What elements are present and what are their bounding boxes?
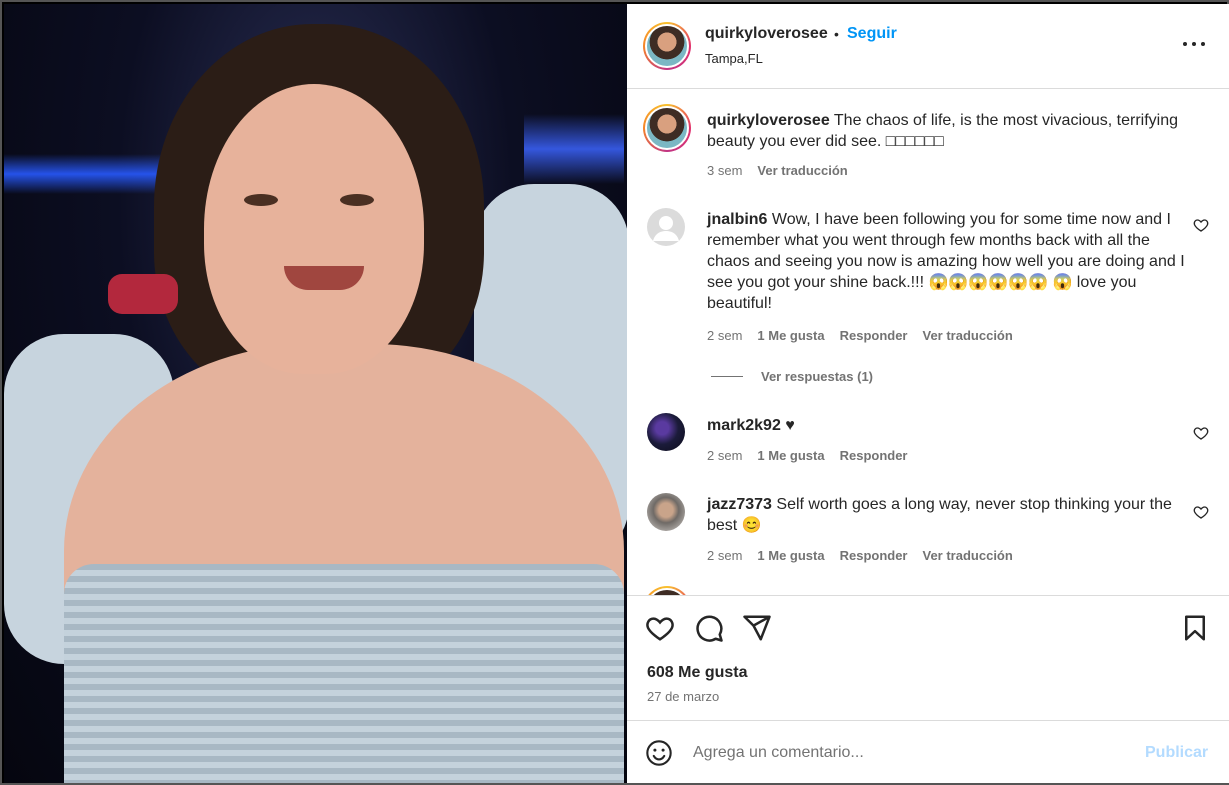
photo-shape: [204, 84, 424, 374]
caption-text-block: quirkyloverosee The chaos of life, is th…: [707, 110, 1187, 152]
comment-username[interactable]: jnalbin6: [707, 211, 767, 228]
comment-avatar[interactable]: [647, 413, 685, 451]
caption-avatar[interactable]: [643, 104, 691, 152]
more-horizontal-icon[interactable]: [1183, 32, 1205, 56]
comment-avatar[interactable]: [647, 493, 685, 531]
caption-translate-link[interactable]: Ver traducción: [757, 163, 847, 178]
replies-divider: [711, 376, 743, 377]
heart-icon[interactable]: [645, 613, 675, 643]
post-actions: 608 Me gusta 27 de marzo: [627, 597, 1229, 717]
comment-like-heart-icon[interactable]: [1193, 504, 1209, 520]
follow-button[interactable]: Seguir: [847, 25, 897, 43]
comment-likes-count[interactable]: 1 Me gusta: [757, 548, 824, 563]
emoji-icon[interactable]: [645, 739, 673, 767]
comment-text: Wow, I have been following you for some …: [707, 211, 1185, 312]
photo-shape: [108, 274, 178, 314]
post-side-panel: quirkyloverosee • Seguir Tampa,FL quirky…: [627, 4, 1229, 783]
comment-avatar[interactable]: [647, 208, 685, 246]
neon-light: [524, 114, 624, 184]
separator-dot: •: [834, 26, 839, 42]
publish-button[interactable]: Publicar: [1145, 744, 1208, 762]
send-icon[interactable]: [742, 613, 772, 643]
post-location[interactable]: Tampa,FL: [705, 51, 763, 66]
photo-shape: [64, 564, 624, 783]
bookmark-icon[interactable]: [1180, 613, 1210, 643]
author-username[interactable]: quirkyloverosee: [705, 25, 828, 43]
comment-reply-button[interactable]: Responder: [840, 448, 908, 463]
post-photo[interactable]: [4, 4, 627, 783]
comment-like-heart-icon[interactable]: [1193, 425, 1209, 441]
comment-meta: 2 sem 1 Me gusta Responder Ver traducció…: [707, 548, 1013, 563]
comment-meta: 2 sem 1 Me gusta Responder: [707, 448, 908, 463]
photo-shape: [284, 266, 364, 290]
comment-text: ♥: [785, 417, 795, 434]
comment-likes-count[interactable]: 1 Me gusta: [757, 448, 824, 463]
comment-likes-count[interactable]: 1 Me gusta: [757, 328, 824, 343]
comment-avatar[interactable]: [643, 586, 691, 595]
comment-time: 2 sem: [707, 328, 743, 343]
comment-like-heart-icon[interactable]: [1193, 217, 1209, 233]
photo-shape: [244, 194, 278, 206]
author-avatar[interactable]: [643, 22, 691, 70]
post-header: quirkyloverosee • Seguir Tampa,FL: [627, 4, 1229, 89]
comment-meta: 2 sem 1 Me gusta Responder Ver traducció…: [707, 328, 1013, 343]
post-date: 27 de marzo: [647, 689, 720, 704]
comment-input[interactable]: [693, 739, 1133, 767]
caption-meta: 3 sem Ver traducción: [707, 163, 848, 178]
add-comment-bar: Publicar: [627, 720, 1229, 783]
caption-username[interactable]: quirkyloverosee: [707, 112, 830, 129]
comment-translate-link[interactable]: Ver traducción: [923, 328, 1013, 343]
comment-reply-button[interactable]: Responder: [840, 548, 908, 563]
photo-shape: [340, 194, 374, 206]
comment-reply-button[interactable]: Responder: [840, 328, 908, 343]
instagram-post-modal: quirkyloverosee • Seguir Tampa,FL quirky…: [0, 0, 1229, 785]
comment-text-block: jnalbin6 Wow, I have been following you …: [707, 209, 1187, 314]
comment-icon[interactable]: [694, 613, 724, 643]
likes-count[interactable]: 608 Me gusta: [647, 664, 747, 682]
comment-time: 2 sem: [707, 548, 743, 563]
comments-list[interactable]: quirkyloverosee The chaos of life, is th…: [627, 90, 1229, 596]
view-replies-button[interactable]: Ver respuestas (1): [711, 369, 873, 384]
comment-time: 2 sem: [707, 448, 743, 463]
view-replies-label: Ver respuestas (1): [761, 369, 874, 384]
comment-text: Self worth goes a long way, never stop t…: [707, 496, 1172, 534]
comment-translate-link[interactable]: Ver traducción: [923, 548, 1013, 563]
comment-username[interactable]: mark2k92: [707, 417, 781, 434]
comment-text-block: mark2k92 ♥: [707, 415, 1187, 436]
caption-time: 3 sem: [707, 163, 743, 178]
comment-text-block: jazz7373 Self worth goes a long way, nev…: [707, 494, 1187, 536]
comment-username[interactable]: jazz7373: [707, 496, 772, 513]
